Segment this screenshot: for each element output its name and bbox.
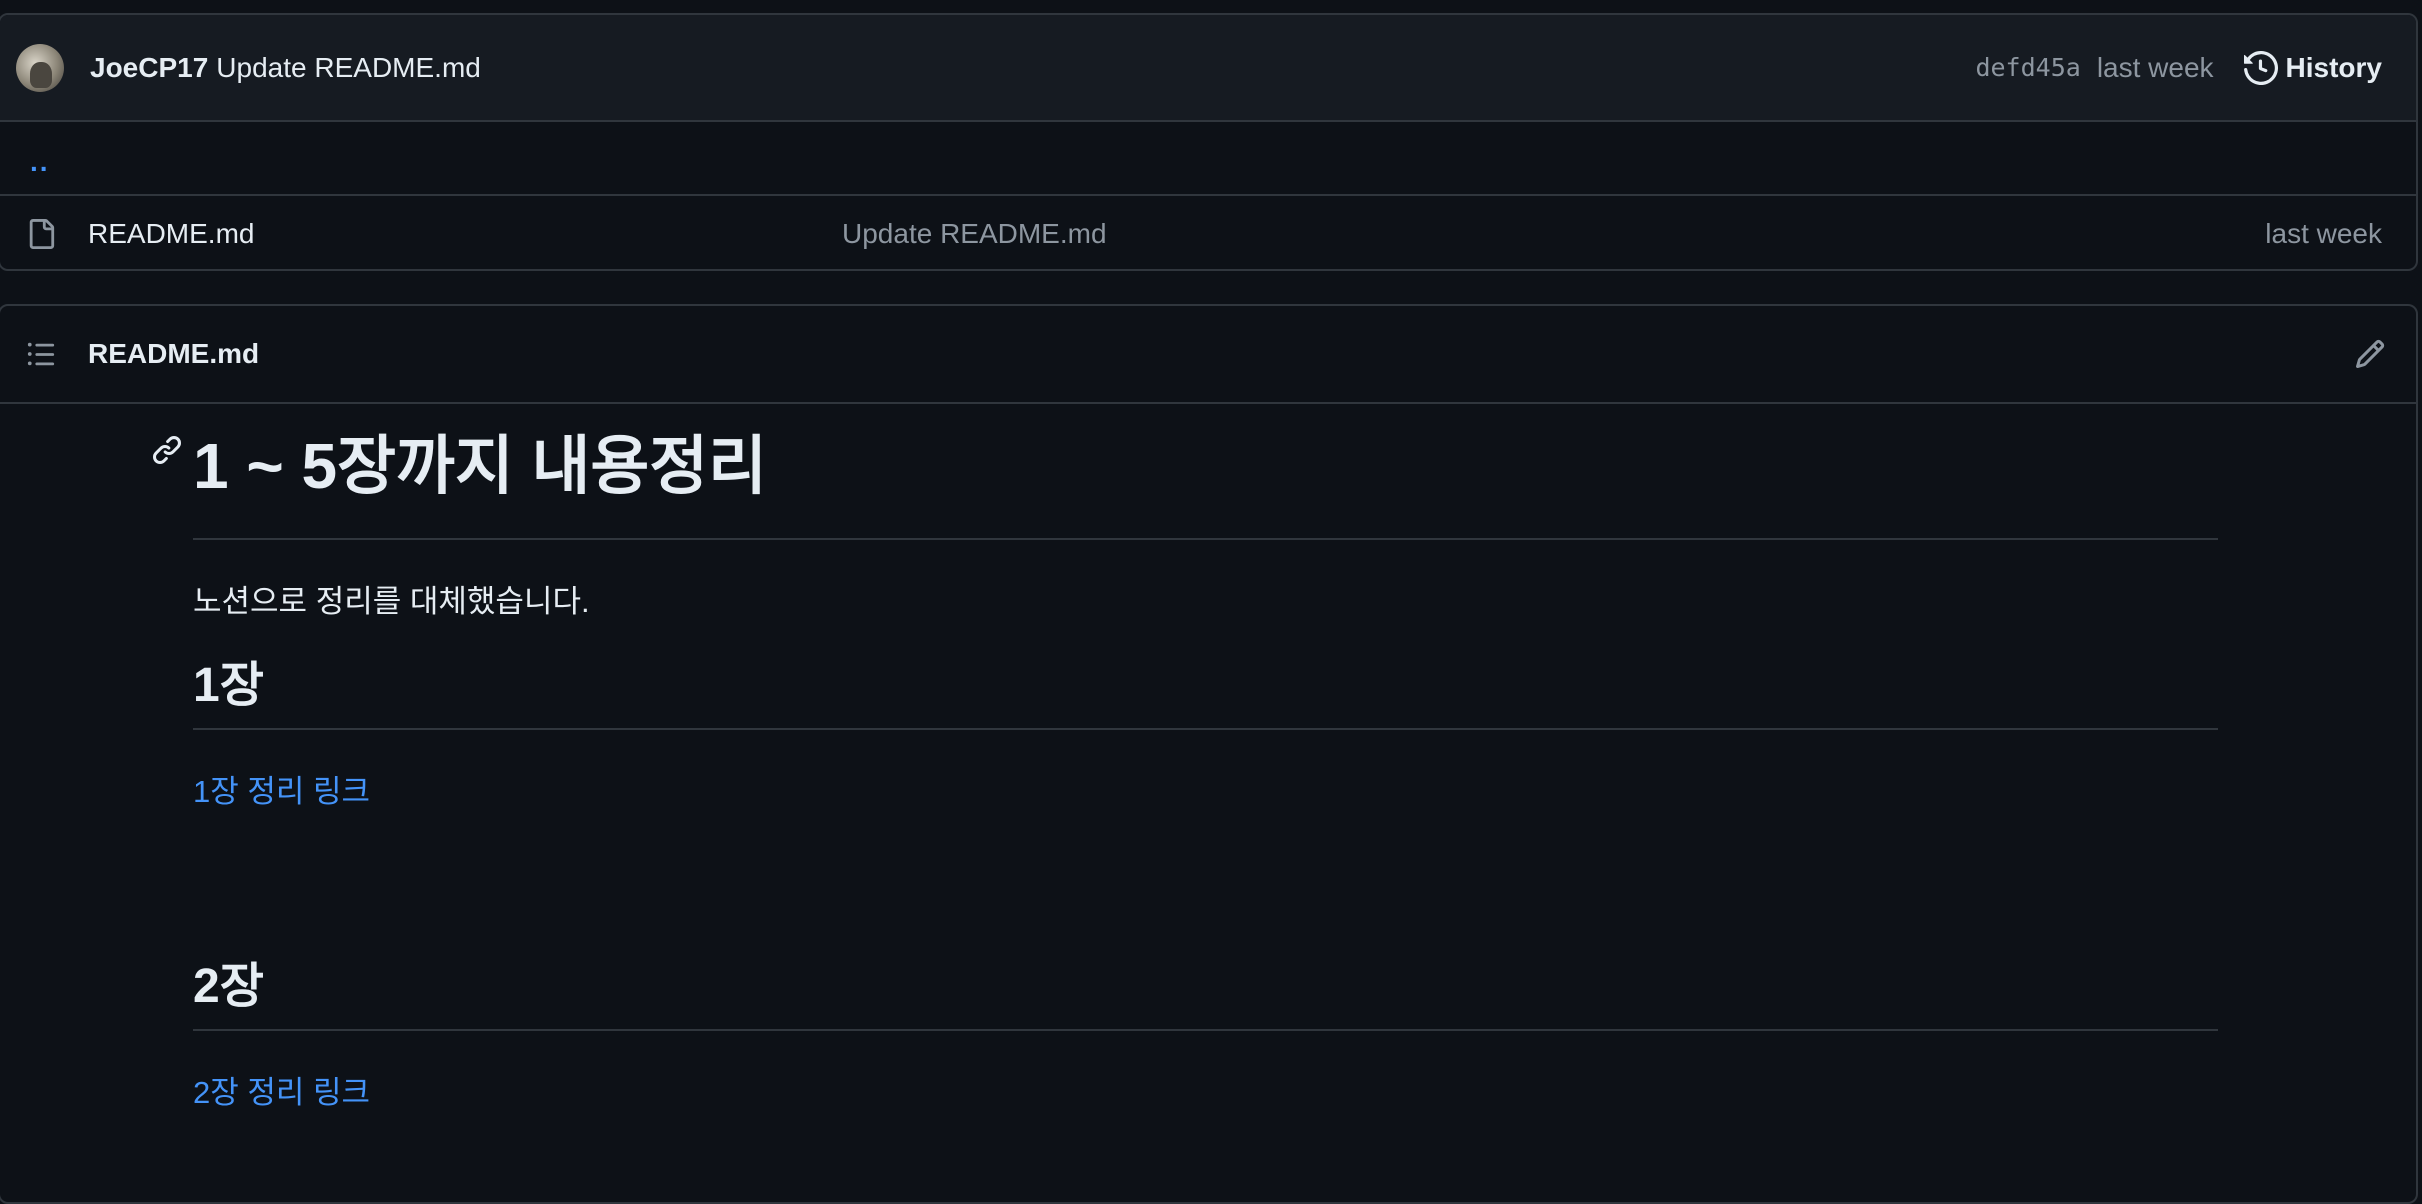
file-commit-message[interactable]: Update README.md — [842, 218, 1107, 250]
readme-heading: 1 ~ 5장까지 내용정리 — [193, 406, 2218, 540]
readme-title[interactable]: README.md — [88, 338, 259, 370]
readme-panel: README.md 1 ~ 5장까지 내용정리 노션으로 정리를 대체했습니다.… — [0, 304, 2418, 1204]
section-heading-2: 2장 — [193, 947, 2218, 1031]
commit-message[interactable]: Update README.md — [216, 52, 481, 84]
h1-wrapper: 1 ~ 5장까지 내용정리 — [152, 406, 2218, 540]
history-icon — [2243, 50, 2278, 85]
link-anchor-icon[interactable] — [151, 434, 183, 466]
readme-content: 1 ~ 5장까지 내용정리 노션으로 정리를 대체했습니다. 1장 1장 정리 … — [152, 406, 2218, 1112]
section-link-1[interactable]: 1장 정리 링크 — [193, 766, 2218, 811]
section-heading-1: 1장 — [193, 646, 2218, 730]
latest-commit-bar: JoeCP17 Update README.md defd45a last we… — [0, 15, 2416, 122]
file-icon — [29, 218, 55, 249]
avatar[interactable] — [16, 43, 64, 92]
readme-header: README.md — [0, 306, 2416, 404]
history-button[interactable]: History — [2243, 50, 2382, 85]
history-label: History — [2285, 51, 2382, 83]
parent-directory-row[interactable]: .. — [0, 122, 2416, 196]
toc-list-icon[interactable] — [26, 339, 56, 369]
commit-author[interactable]: JoeCP17 — [90, 52, 208, 84]
parent-directory-link[interactable]: .. — [30, 146, 50, 178]
pencil-icon[interactable] — [2354, 338, 2386, 370]
commit-time: last week — [2096, 51, 2214, 83]
file-name-link[interactable]: README.md — [88, 218, 842, 250]
readme-intro: 노션으로 정리를 대체했습니다. — [193, 584, 590, 619]
file-row[interactable]: README.md Update README.md last week — [0, 196, 2416, 269]
commit-sha[interactable]: defd45a — [1975, 53, 2080, 82]
file-browser: JoeCP17 Update README.md defd45a last we… — [0, 13, 2418, 271]
section-link-2[interactable]: 2장 정리 링크 — [193, 1067, 2218, 1112]
file-time: last week — [2265, 217, 2382, 249]
